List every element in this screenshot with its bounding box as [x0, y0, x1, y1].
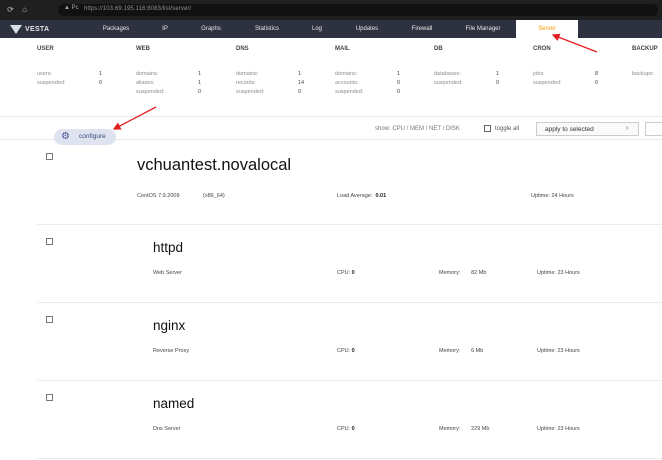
- nav-packages[interactable]: Packages: [92, 20, 140, 38]
- service-name-nginx[interactable]: nginx: [153, 318, 185, 333]
- host-os: CentOS 7.9.2009: [137, 193, 180, 199]
- service-checkbox-named[interactable]: [46, 394, 53, 401]
- service-checkbox-httpd[interactable]: [46, 238, 53, 245]
- row-divider: [37, 458, 662, 459]
- load-average: Load Average: 0.01: [337, 193, 387, 199]
- service-cpu: CPU: 0: [337, 270, 355, 276]
- nav-statistics[interactable]: Statistics: [246, 20, 288, 38]
- row-divider: [37, 302, 662, 303]
- home-icon[interactable]: ⌂: [20, 5, 29, 14]
- toggle-all-label[interactable]: toggle all: [495, 126, 519, 132]
- service-cpu: CPU: 0: [337, 426, 355, 432]
- service-memory: Memory: 229 Mb: [439, 426, 490, 432]
- nav-updates[interactable]: Updates: [347, 20, 387, 38]
- top-navigation: VESTA Packages IP Graphs Statistics Log …: [0, 20, 662, 38]
- url-text: https://103.69.195.116:8083/list/server/: [84, 6, 192, 12]
- vesta-logo-icon: [10, 24, 22, 34]
- service-cpu: CPU: 0: [337, 348, 355, 354]
- service-name-named[interactable]: named: [153, 396, 194, 411]
- nav-ip[interactable]: IP: [152, 20, 178, 38]
- show-filter-label[interactable]: show: CPU / MEM / NET / DISK: [375, 126, 460, 132]
- gear-icon: ⚙: [61, 131, 70, 142]
- refresh-icon[interactable]: ⟳: [6, 5, 15, 14]
- service-name-httpd[interactable]: httpd: [153, 240, 183, 255]
- row-divider: [37, 380, 662, 381]
- service-checkbox-nginx[interactable]: [46, 316, 53, 323]
- list-toolbar: ⚙ configure show: CPU / MEM / NET / DISK…: [0, 116, 662, 145]
- nav-graphs[interactable]: Graphs: [193, 20, 229, 38]
- host-name[interactable]: vchuantest.novalocal: [137, 156, 291, 175]
- service-uptime: Uptime: 23 Hours: [537, 348, 580, 354]
- browser-address-bar: ⟳ ⌂ ▲ Pc https://103.69.195.116:8083/lis…: [0, 0, 662, 20]
- nav-log[interactable]: Log: [304, 20, 330, 38]
- stats-panel: USER users: 1 suspended: 0 WEB domains: 1 a…: [0, 38, 662, 104]
- chevron-right-icon: ›: [626, 125, 629, 132]
- service-desc: Web Server: [153, 270, 182, 276]
- search-input[interactable]: [645, 122, 662, 136]
- service-uptime: Uptime: 23 Hours: [537, 426, 580, 432]
- service-desc: Dns Server: [153, 426, 181, 432]
- row-divider: [37, 224, 662, 225]
- nav-file-manager[interactable]: File Manager: [458, 20, 508, 38]
- vesta-logo[interactable]: VESTA: [10, 24, 49, 34]
- toggle-all-checkbox[interactable]: [484, 125, 491, 132]
- host-checkbox[interactable]: [46, 153, 53, 160]
- apply-to-selected-select[interactable]: apply to selected ›: [536, 122, 639, 136]
- nav-firewall[interactable]: Firewall: [403, 20, 441, 38]
- host-uptime: Uptime: 24 Hours: [531, 193, 574, 199]
- service-uptime: Uptime: 23 Hours: [537, 270, 580, 276]
- nav-server[interactable]: Server: [516, 20, 578, 38]
- service-memory: Memory: 6 Mb: [439, 348, 484, 354]
- lock-icon: ▲ Pc: [64, 5, 79, 11]
- configure-button[interactable]: ⚙ configure: [54, 129, 116, 145]
- service-desc: Reverse Proxy: [153, 348, 190, 354]
- service-memory: Memory: 82 Mb: [439, 270, 487, 276]
- host-arch: (x86_64): [203, 193, 225, 199]
